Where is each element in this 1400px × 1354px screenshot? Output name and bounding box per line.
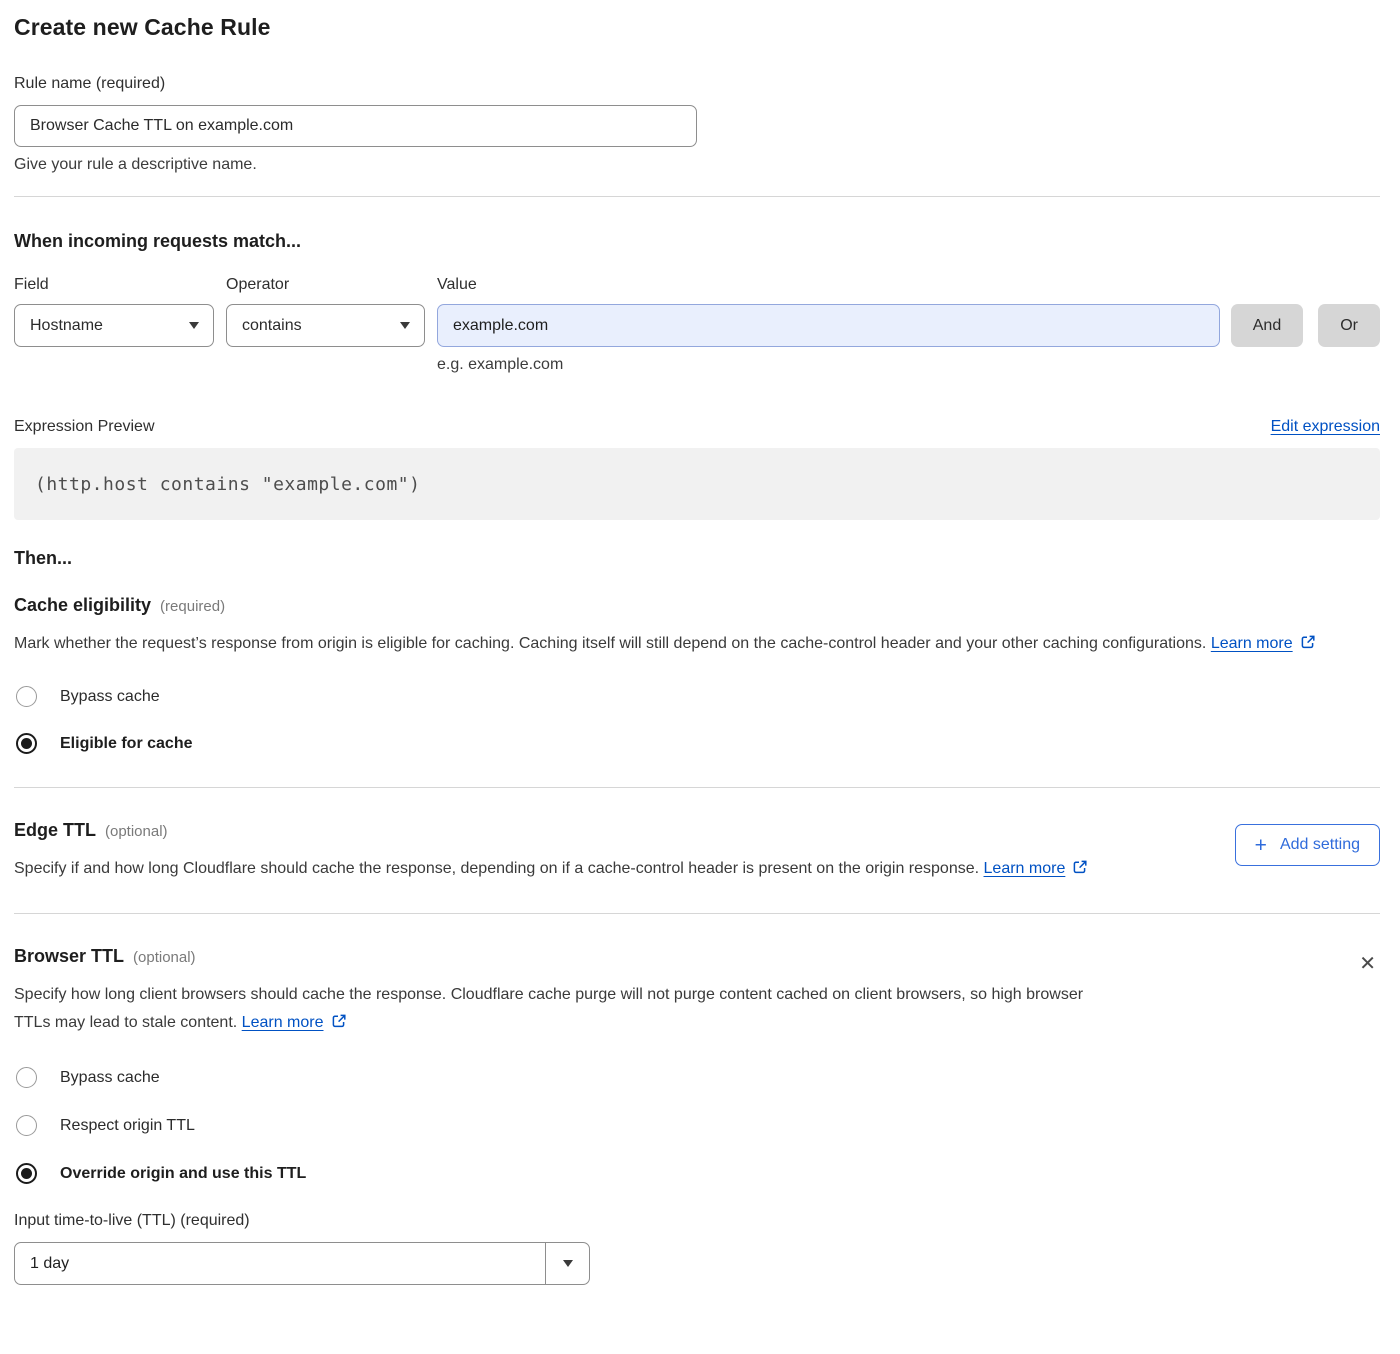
radio-unselected-icon[interactable] [16,686,37,707]
value-label: Value [437,276,477,294]
expression-preview-label: Expression Preview [14,418,155,436]
radio-label: Bypass cache [60,1069,160,1087]
radio-row-respect-origin-ttl[interactable]: Respect origin TTL [14,1115,1380,1136]
ttl-select-value: 1 day [15,1243,545,1284]
and-button[interactable]: And [1231,304,1303,347]
browser-ttl-section: Browser TTL (optional) Specify how long … [14,946,1380,1039]
edge-ttl-optional-tag: (optional) [105,823,168,840]
plus-icon: + [1255,835,1267,856]
browser-ttl-optional-tag: (optional) [133,949,196,966]
close-icon: ✕ [1359,953,1376,975]
expression-code: (http.host contains "example.com") [35,474,420,495]
edit-expression-link[interactable]: Edit expression [1271,418,1380,436]
edge-ttl-title: Edge TTL [14,820,96,841]
cache-eligibility-title: Cache eligibility [14,595,151,616]
then-heading: Then... [14,548,1380,569]
radio-row-eligible-for-cache[interactable]: Eligible for cache [14,733,1380,754]
ttl-select-arrow-button[interactable] [545,1243,589,1284]
radio-label: Respect origin TTL [60,1117,195,1135]
chevron-down-icon [189,322,199,329]
chevron-down-icon [563,1260,573,1267]
learn-more-link[interactable]: Learn more [242,1014,324,1031]
condition-row: Hostname contains And Or [14,304,1380,347]
section-divider [14,787,1380,788]
edge-ttl-section: Edge TTL (optional) Specify if and how l… [14,820,1380,885]
browser-ttl-head: Browser TTL (optional) [14,946,1104,967]
radio-selected-icon[interactable] [16,1163,37,1184]
external-link-icon [1300,632,1316,660]
create-cache-rule-form: Create new Cache Rule Rule name (require… [14,14,1380,1285]
radio-label: Bypass cache [60,688,160,706]
cache-eligibility-description: Mark whether the request’s response from… [14,630,1380,660]
radio-selected-icon[interactable] [16,733,37,754]
radio-row-bypass-cache[interactable]: Bypass cache [14,1067,1380,1088]
edge-ttl-description: Specify if and how long Cloudflare shoul… [14,855,1088,885]
radio-unselected-icon[interactable] [16,1115,37,1136]
field-select-value: Hostname [30,317,103,335]
add-setting-label: Add setting [1280,836,1360,854]
operator-select[interactable]: contains [226,304,425,347]
match-heading: When incoming requests match... [14,231,1380,252]
cache-eligibility-required-tag: (required) [160,598,225,615]
value-help: e.g. example.com [437,356,1380,374]
rule-name-help: Give your rule a descriptive name. [14,156,1380,174]
cache-eligibility-head: Cache eligibility (required) [14,595,1380,616]
operator-select-value: contains [242,317,302,335]
or-button[interactable]: Or [1318,304,1380,347]
ttl-select[interactable]: 1 day [14,1242,590,1285]
external-link-icon [331,1011,347,1039]
add-setting-button[interactable]: + Add setting [1235,824,1380,866]
edge-ttl-head: Edge TTL (optional) [14,820,1088,841]
external-link-icon [1072,857,1088,885]
field-select[interactable]: Hostname [14,304,214,347]
ttl-input-label: Input time-to-live (TTL) (required) [14,1212,1380,1230]
rule-name-input[interactable] [14,105,697,147]
learn-more-link[interactable]: Learn more [984,860,1066,877]
learn-more-link[interactable]: Learn more [1211,635,1293,652]
section-divider [14,913,1380,914]
rule-name-label: Rule name (required) [14,75,1380,93]
close-browser-ttl-button[interactable]: ✕ [1355,952,1380,976]
condition-labels: Field Operator Value [14,276,1380,294]
value-input[interactable] [437,304,1220,347]
radio-label: Override origin and use this TTL [60,1165,306,1183]
expression-code-box: (http.host contains "example.com") [14,448,1380,520]
expression-preview-row: Expression Preview Edit expression [14,418,1380,436]
page-title: Create new Cache Rule [14,14,1380,41]
radio-row-bypass-cache[interactable]: Bypass cache [14,686,1380,707]
section-divider [14,196,1380,197]
chevron-down-icon [400,322,410,329]
radio-row-override-origin-ttl[interactable]: Override origin and use this TTL [14,1163,1380,1184]
operator-label: Operator [226,276,437,294]
browser-ttl-title: Browser TTL [14,946,124,967]
radio-label: Eligible for cache [60,735,192,753]
radio-unselected-icon[interactable] [16,1067,37,1088]
field-label: Field [14,276,226,294]
browser-ttl-description: Specify how long client browsers should … [14,981,1104,1039]
